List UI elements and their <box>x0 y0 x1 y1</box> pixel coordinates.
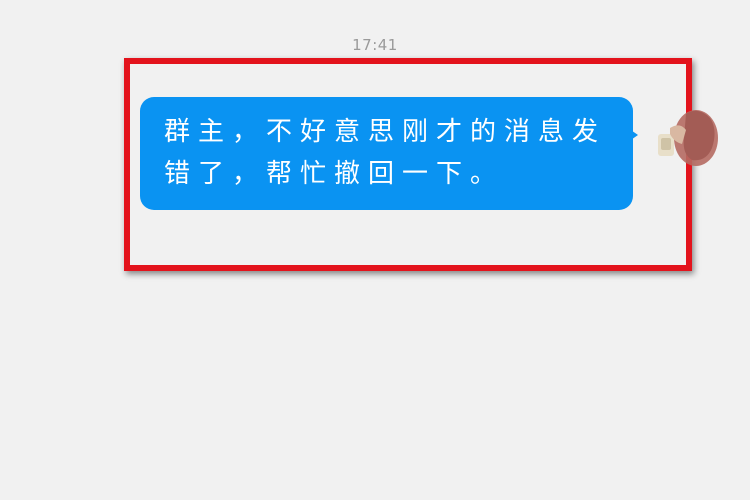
avatar-image <box>658 110 718 166</box>
highlight-frame <box>124 58 692 271</box>
user-avatar-icon[interactable] <box>652 104 720 168</box>
message-timestamp: 17:41 <box>352 36 398 54</box>
